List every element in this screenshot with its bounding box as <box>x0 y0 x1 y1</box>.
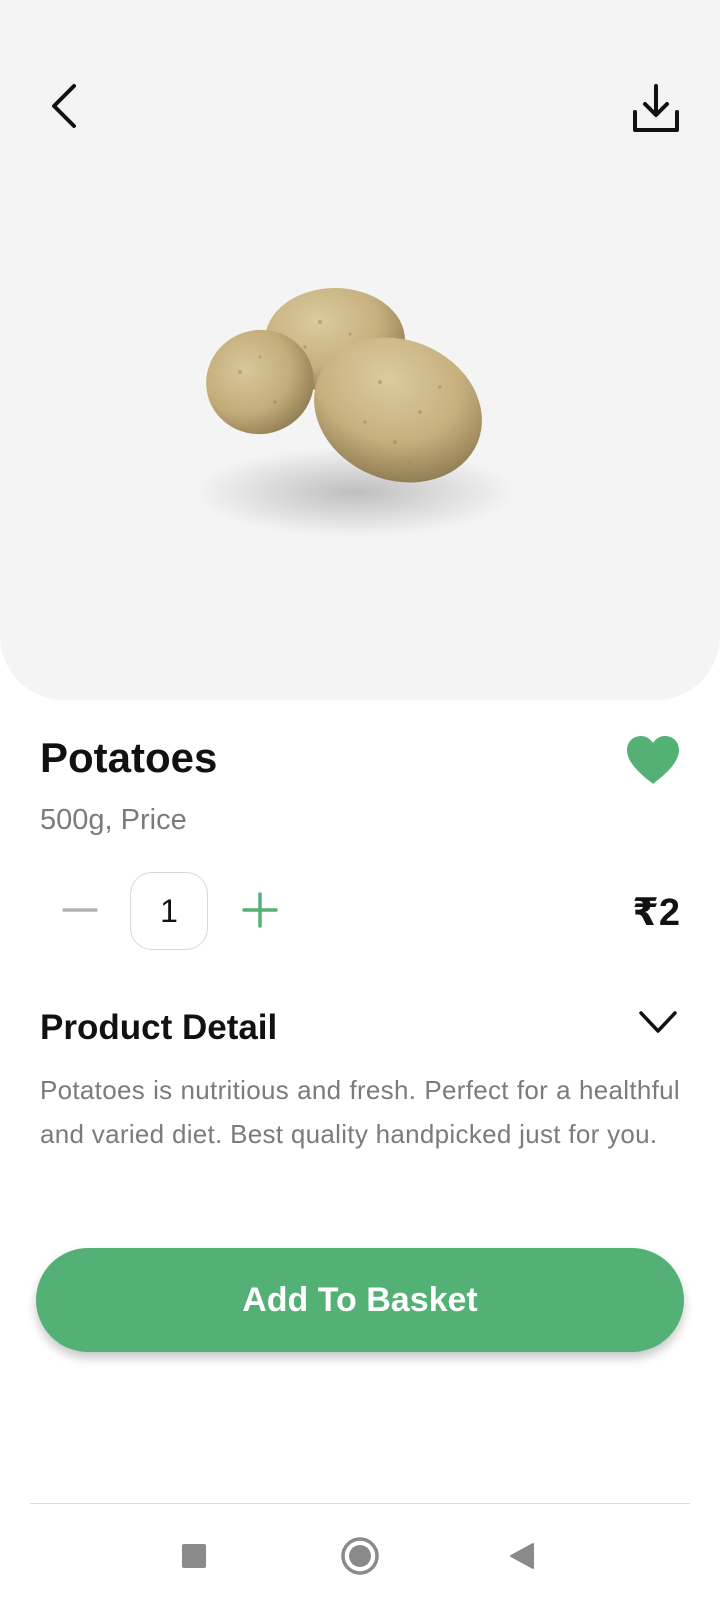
add-to-basket-button[interactable]: Add To Basket <box>36 1248 684 1352</box>
back-chevron-icon <box>52 84 76 128</box>
square-icon <box>182 1544 206 1568</box>
circle-icon <box>341 1537 379 1575</box>
quantity-field[interactable]: 1 <box>130 872 208 950</box>
heart-icon <box>627 736 679 784</box>
favorite-button[interactable] <box>620 730 686 790</box>
product-detail-heading: Product Detail <box>40 1008 278 1047</box>
download-icon <box>633 84 679 132</box>
minus-icon <box>62 908 98 912</box>
potatoes-illustration <box>195 288 515 537</box>
back-button[interactable] <box>34 76 94 136</box>
system-back-button[interactable] <box>492 1526 552 1586</box>
home-button[interactable] <box>330 1526 390 1586</box>
increase-quantity-button[interactable] <box>232 882 288 938</box>
download-button[interactable] <box>624 76 688 140</box>
toggle-product-detail-button[interactable] <box>630 1000 686 1044</box>
triangle-icon <box>510 1543 534 1569</box>
product-image <box>180 262 520 562</box>
decrease-quantity-button[interactable] <box>52 882 108 938</box>
product-title: Potatoes <box>40 734 218 781</box>
product-unit-label: 500g, Price <box>40 804 187 836</box>
product-description: Potatoes is nutritious and fresh. Perfec… <box>40 1075 680 1149</box>
system-navigation-bar <box>0 1504 720 1600</box>
plus-icon <box>242 892 278 928</box>
product-price: ₹2 <box>632 892 680 934</box>
chevron-down-icon <box>639 1011 677 1033</box>
recent-apps-button[interactable] <box>164 1526 224 1586</box>
